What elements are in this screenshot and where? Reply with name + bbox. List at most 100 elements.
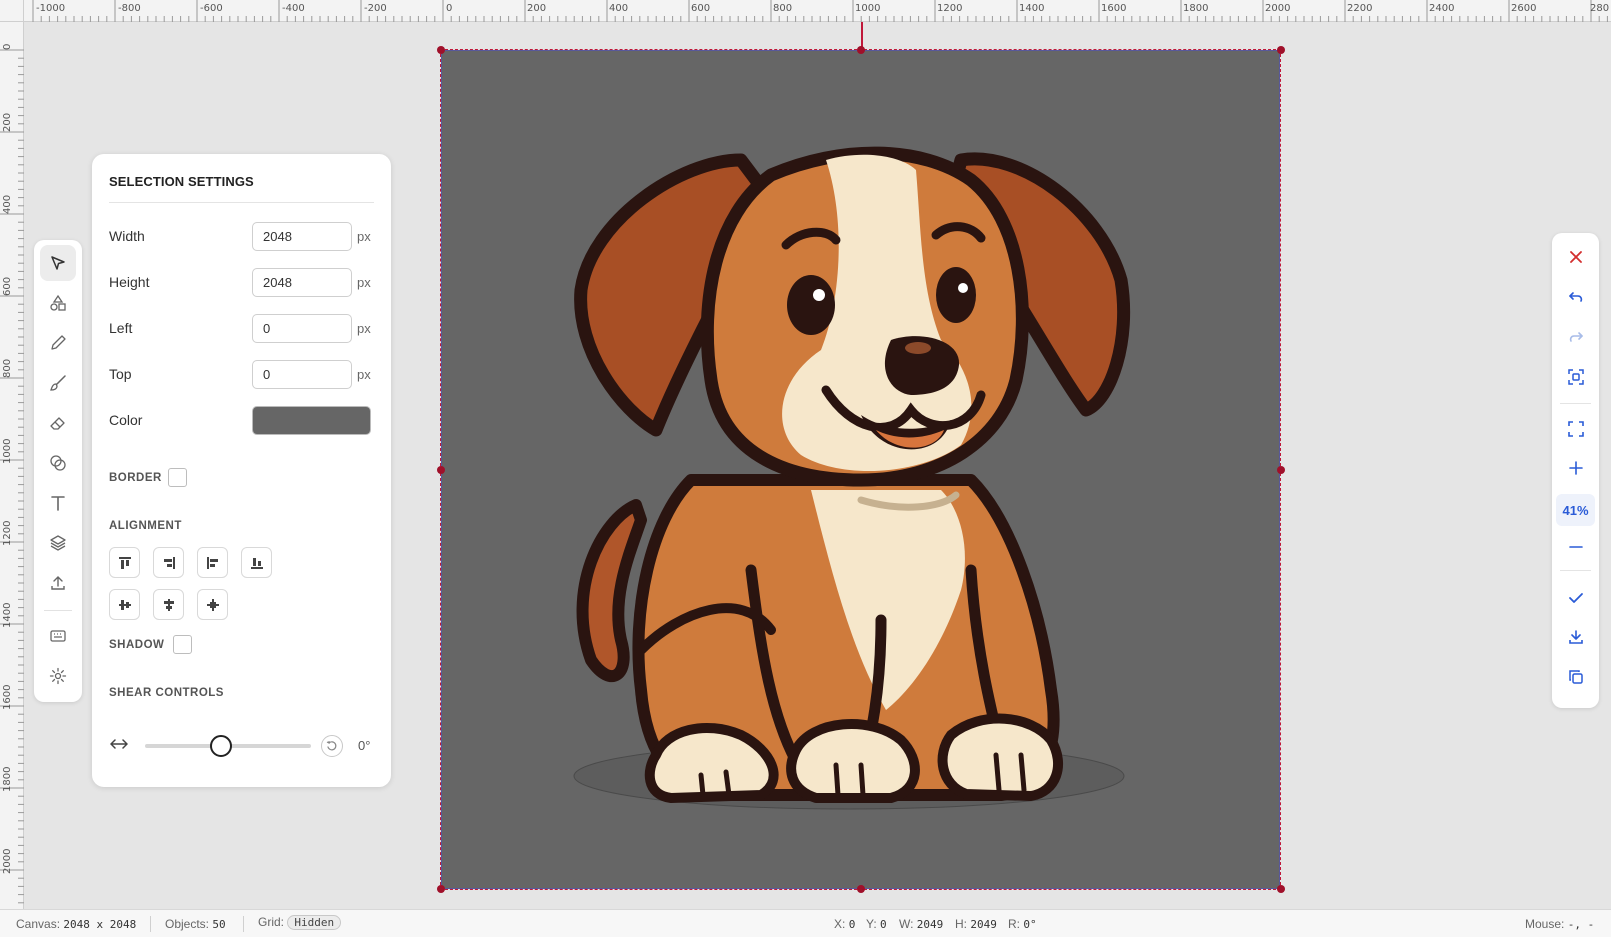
fullscreen-button[interactable] (1557, 412, 1594, 446)
mouse-label: Mouse: (1525, 917, 1565, 931)
copy-icon (1568, 670, 1583, 684)
canvas-size-value: 2048 x 2048 (63, 918, 137, 931)
ruler-label: -600 (200, 3, 223, 14)
redo-icon (1569, 332, 1583, 342)
fullscreen-icon (1567, 421, 1584, 437)
undo-icon (1568, 292, 1582, 302)
color-label: Color (109, 412, 143, 428)
align-bottom-button[interactable] (241, 547, 272, 578)
resize-handle-right[interactable] (1277, 466, 1285, 474)
resize-handle-top-left[interactable] (437, 46, 445, 54)
h-value: 2049 (970, 918, 997, 931)
brush-tool-button[interactable] (40, 365, 76, 401)
shapes-tool-button[interactable] (40, 285, 76, 321)
layers-tool-button[interactable] (40, 525, 76, 561)
ruler-label: 200 (527, 3, 547, 14)
text-icon (51, 496, 65, 511)
eraser-icon (50, 417, 65, 430)
resize-handle-bottom[interactable] (857, 885, 865, 893)
x-label: X: (834, 917, 846, 931)
resize-handle-top[interactable] (857, 46, 865, 54)
panel-divider (109, 202, 374, 203)
overlap-circles-icon (50, 455, 66, 471)
mouse-status: Mouse: -, - (1525, 917, 1594, 931)
zoom-level[interactable]: 41% (1556, 494, 1595, 526)
zoom-in-button[interactable] (1557, 451, 1594, 485)
left-input[interactable] (252, 314, 352, 343)
width-input[interactable] (252, 222, 352, 251)
height-input[interactable] (252, 268, 352, 297)
fit-selection-button[interactable] (1557, 360, 1594, 394)
y-value: 0 (880, 918, 887, 931)
shadow-label: SHADOW (109, 639, 165, 651)
top-input[interactable] (252, 360, 352, 389)
align-center-horizontal-button[interactable] (153, 589, 184, 620)
select-tool-button[interactable] (40, 245, 76, 281)
align-top-button[interactable] (109, 547, 140, 578)
ruler-label: 1400 (2, 602, 13, 628)
grid-label: Grid: (258, 915, 285, 929)
vertical-ruler: 0 200 400 600 800 1000 1200 1400 1600 18… (0, 22, 24, 909)
h-label: H: (955, 917, 967, 931)
close-button[interactable] (1557, 240, 1594, 274)
zoom-out-button[interactable] (1557, 530, 1594, 564)
ruler-label: 400 (609, 3, 629, 14)
canvas-size-status: Canvas: 2048 x 2048 (16, 917, 136, 931)
settings-button[interactable] (40, 658, 76, 694)
confirm-button[interactable] (1557, 581, 1594, 615)
resize-handle-bottom-right[interactable] (1277, 885, 1285, 893)
align-center-vertical-button[interactable] (109, 589, 140, 620)
ruler-corner (0, 0, 24, 22)
grid-status: Grid: Hidden (258, 915, 342, 930)
undo-button[interactable] (1557, 280, 1594, 314)
shadow-checkbox[interactable] (173, 635, 192, 654)
canvas-size-label: Canvas: (16, 917, 61, 931)
grid-toggle[interactable]: Hidden (287, 915, 342, 930)
panel-title: SELECTION SETTINGS (109, 174, 254, 189)
pencil-tool-button[interactable] (40, 325, 76, 361)
resize-handle-bottom-left[interactable] (437, 885, 445, 893)
left-unit: px (357, 321, 371, 336)
horizontal-ruler: -1000 -800 -600 -400 -200 0 200 400 600 … (0, 0, 1611, 22)
border-checkbox[interactable] (168, 468, 187, 487)
align-left-button[interactable] (197, 547, 228, 578)
resize-handle-top-right[interactable] (1277, 46, 1285, 54)
upload-tool-button[interactable] (40, 565, 76, 601)
ruler-label: 1800 (1183, 3, 1209, 14)
download-button[interactable] (1557, 620, 1594, 654)
upload-icon (51, 576, 65, 590)
toolbar-divider (1560, 570, 1591, 571)
pencil-icon (51, 335, 66, 350)
text-tool-button[interactable] (40, 485, 76, 521)
resize-handle-left[interactable] (437, 466, 445, 474)
copy-button[interactable] (1557, 660, 1594, 694)
redo-button[interactable] (1557, 320, 1594, 354)
keyboard-shortcuts-button[interactable] (40, 618, 76, 654)
ruler-label: 2600 (1511, 3, 1537, 14)
objects-status: Objects: 50 (165, 917, 226, 931)
align-center-both-button[interactable] (197, 589, 228, 620)
reset-icon (326, 741, 337, 751)
puppy-illustration[interactable] (441, 50, 1280, 889)
shapes-icon (50, 294, 66, 311)
align-bottom-icon (250, 557, 263, 569)
position-status: X: 0 (834, 917, 855, 931)
canvas-background[interactable] (441, 50, 1280, 889)
shear-slider-knob[interactable] (210, 735, 232, 757)
close-icon (1569, 251, 1582, 263)
color-picker-swatch[interactable] (252, 406, 371, 435)
status-divider (243, 916, 244, 932)
ruler-label: 1400 (1019, 3, 1045, 14)
w-value: 2049 (916, 918, 944, 931)
size-status: H: 2049 (955, 917, 997, 931)
ruler-label: -400 (282, 3, 305, 14)
shear-reset-button[interactable] (321, 735, 343, 757)
ruler-label: 800 (773, 3, 793, 14)
eraser-tool-button[interactable] (40, 405, 76, 441)
align-right-button[interactable] (153, 547, 184, 578)
ruler-label: 2000 (2, 848, 13, 874)
blend-tool-button[interactable] (40, 445, 76, 481)
top-unit: px (357, 367, 371, 382)
ruler-label: 1000 (2, 438, 13, 464)
w-label: W: (899, 917, 914, 931)
